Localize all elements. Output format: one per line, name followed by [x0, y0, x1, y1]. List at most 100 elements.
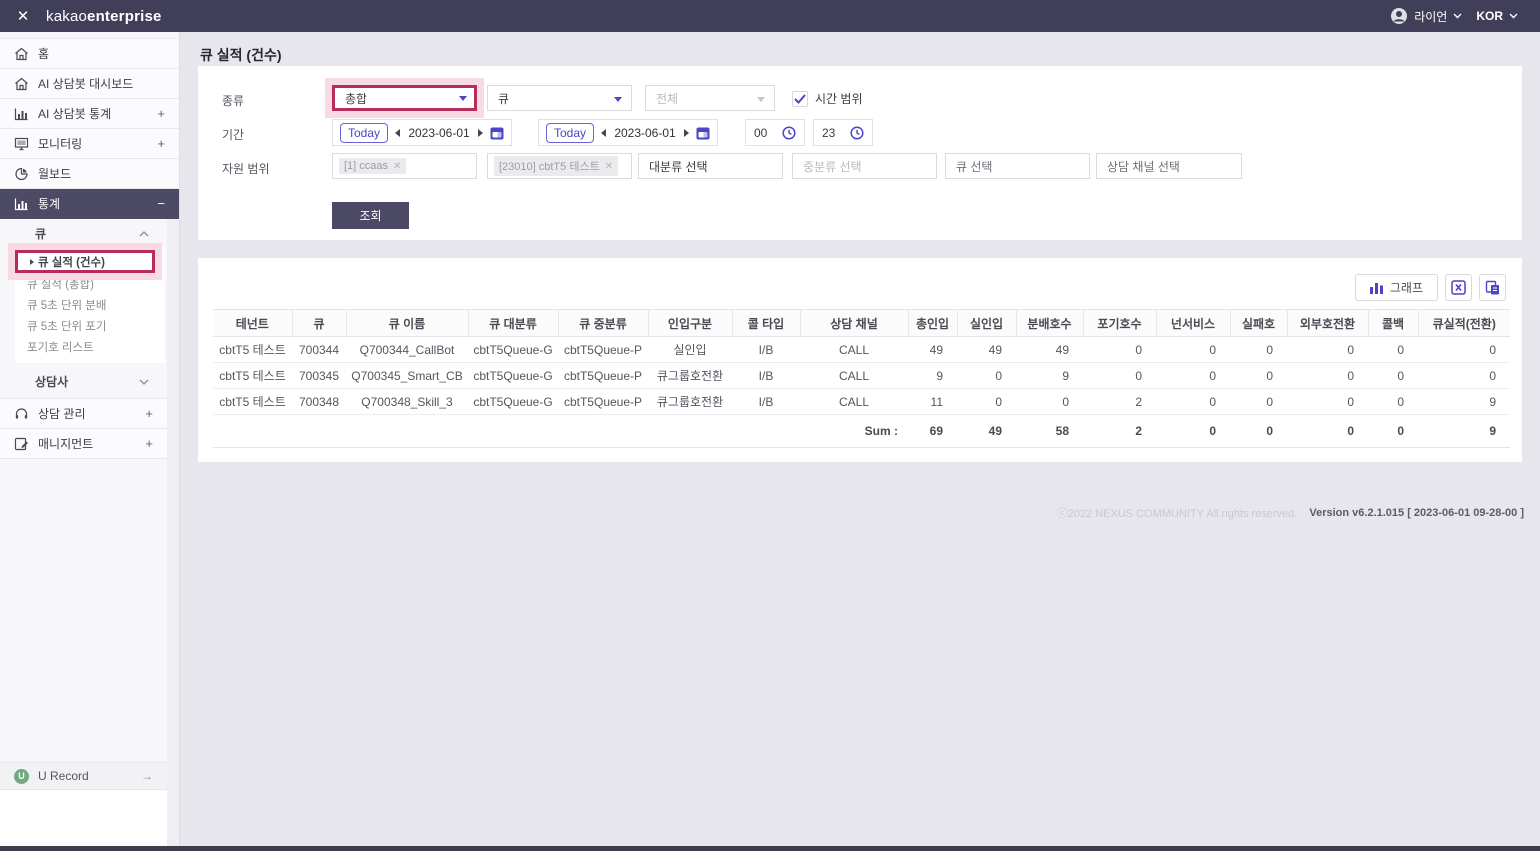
sidebar-item-monitoring[interactable]: 모니터링 + [0, 129, 179, 159]
sum-cell: 49 [957, 415, 1016, 448]
sidebar-bottom-space [0, 790, 167, 846]
cell: 0 [1418, 337, 1510, 363]
sidebar-item-management[interactable]: 매니지먼트 + [0, 429, 167, 459]
tenant-chip: [1] ccaas✕ [339, 158, 406, 174]
submenu-item-label: 큐 5초 단위 분배 [27, 297, 106, 313]
cell: 0 [957, 363, 1016, 389]
next-day-icon[interactable] [478, 129, 483, 137]
sum-cell: 9 [1418, 415, 1510, 448]
filter-panel: 종류 총합 큐 전체 시간 범위 기간 Today 2023-06-01 Tod… [198, 66, 1522, 240]
sidebar-group-queue[interactable]: 큐 [0, 220, 167, 247]
submenu-item-queue-results-total[interactable]: 큐 실적 (총합) [15, 273, 165, 294]
graph-button[interactable]: 그래프 [1355, 274, 1438, 301]
end-hour-value: 23 [822, 126, 835, 140]
checkbox-checked-icon [792, 91, 808, 107]
sidebar-item-stats[interactable]: 통계 − [0, 189, 179, 219]
sum-cell: 58 [1016, 415, 1083, 448]
expand-plus-icon[interactable]: + [145, 406, 153, 421]
col-header: 실패호 [1230, 310, 1287, 337]
type-select[interactable]: 총합 [332, 85, 477, 111]
submenu-item-abandon-list[interactable]: 포기호 리스트 [15, 336, 165, 357]
cell: 0 [1083, 363, 1156, 389]
main-content: 큐 실적 (건수) 종류 총합 큐 전체 시간 범위 기간 Today 2023… [180, 32, 1540, 846]
subcategory-placeholder: 중분류 선택 [803, 158, 862, 175]
table-row[interactable]: cbtT5 테스트700345Q700345_Smart_CBcbtT5Queu… [213, 363, 1510, 389]
cell: CALL [800, 363, 908, 389]
app-logo[interactable]: kakaoenterprise [46, 8, 162, 25]
sidebar-item-ai-stats[interactable]: AI 상담봇 통계 + [0, 99, 179, 129]
remove-chip-icon[interactable]: ✕ [605, 161, 613, 172]
cell: cbtT5 테스트 [213, 389, 292, 415]
sum-cell: 0 [1287, 415, 1368, 448]
category-select-field[interactable]: 대분류 선택 [638, 153, 783, 179]
close-icon[interactable]: ✕ [0, 7, 46, 25]
sidebar-item-home[interactable]: 홈 [0, 39, 179, 69]
clock-icon [782, 126, 796, 140]
target-select[interactable]: 큐 [487, 85, 632, 111]
cell: 0 [1083, 337, 1156, 363]
cell: CALL [800, 389, 908, 415]
sidebar-group-agent[interactable]: 상담사 [0, 368, 167, 395]
sidebar-item-u-record[interactable]: U U Record → [0, 762, 167, 790]
sidebar-item-ai-dashboard[interactable]: AI 상담봇 대시보드 [0, 69, 179, 99]
start-date-value[interactable]: 2023-06-01 [407, 126, 471, 140]
col-header: 분배호수 [1016, 310, 1083, 337]
submenu-item-queue-results-count[interactable]: 큐 실적 (건수) [15, 250, 155, 273]
start-hour-field[interactable]: 00 [745, 119, 805, 146]
calendar-icon[interactable] [490, 126, 504, 140]
next-day-icon[interactable] [684, 129, 689, 137]
language-menu[interactable]: KOR [1476, 9, 1518, 23]
sidebar-scrollbar[interactable] [167, 218, 179, 846]
sum-cell: 0 [1156, 415, 1230, 448]
submenu-item-label: 큐 5초 단위 포기 [27, 318, 106, 334]
home-icon [14, 47, 38, 61]
expand-plus-icon[interactable]: + [157, 136, 165, 151]
cell: I/B [732, 337, 800, 363]
cell: cbtT5Queue-P [558, 389, 648, 415]
time-range-checkbox[interactable]: 시간 범위 [792, 90, 863, 107]
end-date-value[interactable]: 2023-06-01 [613, 126, 677, 140]
cell: 0 [1156, 337, 1230, 363]
sum-cell: 0 [1368, 415, 1418, 448]
prev-day-icon[interactable] [395, 129, 400, 137]
tenant-field[interactable]: [1] ccaas✕ [332, 153, 477, 179]
language-label: KOR [1476, 9, 1503, 23]
cell: 0 [1368, 337, 1418, 363]
cell: 0 [1368, 389, 1418, 415]
col-header: 넌서비스 [1156, 310, 1230, 337]
expand-plus-icon[interactable]: + [157, 106, 165, 121]
group-label: 큐 [35, 225, 46, 242]
end-hour-field[interactable]: 23 [813, 119, 873, 146]
cell: I/B [732, 389, 800, 415]
sidebar-item-wallboard[interactable]: 월보드 [0, 159, 179, 189]
table-row[interactable]: cbtT5 테스트700344Q700344_CallBotcbtT5Queue… [213, 337, 1510, 363]
center-field[interactable]: [23010] cbtT5 테스트✕ [487, 153, 632, 179]
pie-chart-icon [14, 167, 38, 181]
queue-select-field[interactable]: 큐 선택 [945, 153, 1090, 179]
channel-placeholder: 상담 채널 선택 [1107, 158, 1180, 175]
user-menu[interactable]: 라이언 [1390, 7, 1462, 25]
copy-button[interactable] [1479, 274, 1506, 301]
cell: 49 [957, 337, 1016, 363]
prev-day-icon[interactable] [601, 129, 606, 137]
channel-select-field[interactable]: 상담 채널 선택 [1096, 153, 1242, 179]
col-header: 인입구분 [648, 310, 732, 337]
table-row[interactable]: cbtT5 테스트700348Q700348_Skill_3cbtT5Queue… [213, 389, 1510, 415]
excel-export-button[interactable] [1445, 274, 1472, 301]
cell: 700344 [292, 337, 346, 363]
submenu-item-queue-5s-dist[interactable]: 큐 5초 단위 분배 [15, 294, 165, 315]
sidebar-item-counsel-mgmt[interactable]: 상담 관리 + [0, 399, 167, 429]
sidebar-item-label: 통계 [38, 195, 60, 212]
col-header: 포기호수 [1083, 310, 1156, 337]
submenu-item-queue-5s-abandon[interactable]: 큐 5초 단위 포기 [15, 315, 165, 336]
cell: 0 [1287, 363, 1368, 389]
end-date-picker: Today 2023-06-01 [538, 119, 718, 146]
calendar-icon[interactable] [696, 126, 710, 140]
col-header: 큐실적(전환) [1418, 310, 1510, 337]
search-button[interactable]: 조회 [332, 202, 409, 229]
today-button[interactable]: Today [340, 123, 388, 143]
remove-chip-icon[interactable]: ✕ [393, 161, 401, 172]
today-button[interactable]: Today [546, 123, 594, 143]
collapse-minus-icon[interactable]: − [157, 196, 165, 211]
expand-plus-icon[interactable]: + [145, 436, 153, 451]
